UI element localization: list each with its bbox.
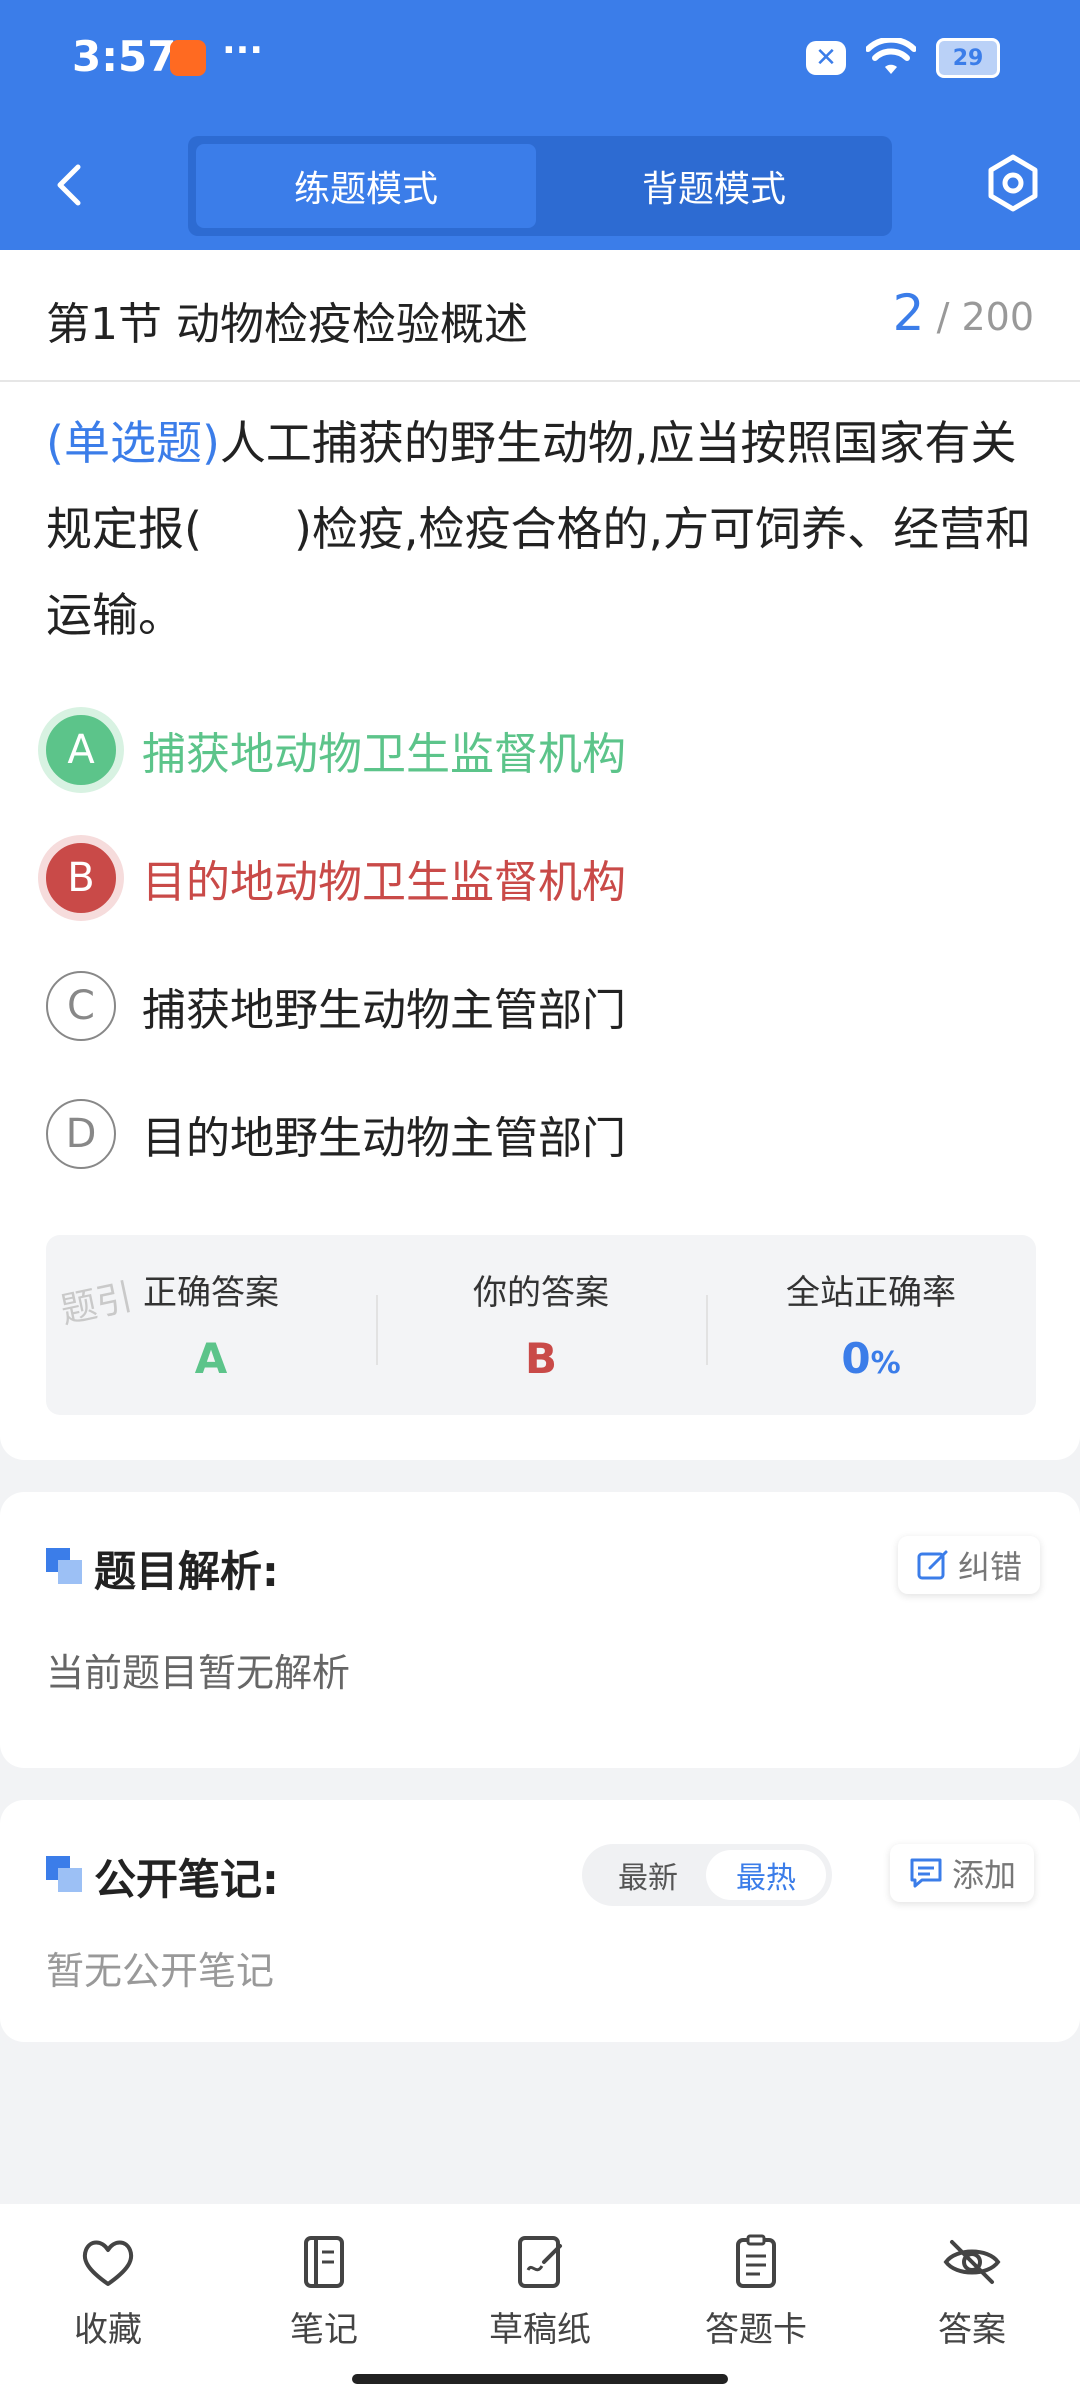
tab-recite-mode[interactable]: 背题模式 — [544, 144, 884, 228]
site-correct-rate-label: 全站正确率 — [786, 1273, 956, 1313]
option-b[interactable]: B 目的地动物卫生监督机构 — [46, 840, 626, 916]
notes-title: 公开笔记: — [94, 1855, 279, 1904]
answer-card-label: 答题卡 — [705, 2310, 807, 2350]
status-bar: 3:57 ··· ✕ 29 — [0, 0, 1080, 120]
notes-sort-switch: 最新 最热 — [582, 1844, 832, 1906]
answer-card-icon — [736, 2234, 776, 2288]
notes-label: 笔记 — [290, 2310, 358, 2350]
divider — [0, 380, 1080, 382]
answer-card-button[interactable]: 答题卡 — [656, 2232, 856, 2351]
notes-button[interactable]: 笔记 — [224, 2232, 424, 2351]
draft-paper-button[interactable]: 草稿纸 — [440, 2232, 640, 2351]
section-title: 第1节 动物检疫检验概述 — [46, 299, 528, 350]
answer-summary: 题引 正确答案 A 你的答案 B 全站正确率 0% — [46, 1235, 1036, 1415]
site-correct-rate: 全站正确率 0% — [706, 1235, 1036, 1415]
sort-hottest[interactable]: 最热 — [706, 1850, 826, 1900]
tab-practice-mode[interactable]: 练题模式 — [196, 144, 536, 228]
question-card: 第1节 动物检疫检验概述 2 / 200 (单选题)人工捕获的野生动物,应当按照… — [0, 250, 1080, 1460]
notebook-icon — [304, 2236, 344, 2288]
header: 3:57 ··· ✕ 29 练题模式 背题模式 — [0, 0, 1080, 250]
add-note-label: 添加 — [952, 1856, 1017, 1894]
back-icon[interactable] — [40, 155, 100, 215]
battery-icon: 29 — [936, 38, 1000, 78]
your-answer-value: B — [524, 1334, 557, 1383]
correct-answer: 正确答案 A — [46, 1235, 376, 1415]
more-notifications-icon: ··· — [222, 30, 264, 71]
section-marker-icon — [46, 1548, 82, 1584]
comment-icon — [910, 1858, 942, 1888]
rate-number: 0 — [841, 1334, 871, 1383]
favorite-button[interactable]: 收藏 — [8, 2232, 208, 2351]
your-answer: 你的答案 B — [376, 1235, 706, 1415]
wifi-icon — [866, 38, 916, 74]
option-a[interactable]: A 捕获地动物卫生监督机构 — [46, 712, 626, 788]
analysis-title: 题目解析: — [94, 1547, 279, 1596]
edit-icon — [917, 1550, 948, 1580]
option-text: 目的地野生动物主管部门 — [142, 1113, 626, 1164]
show-answer-button[interactable]: 答案 — [872, 2232, 1072, 2351]
rate-unit: % — [870, 1346, 901, 1381]
heart-icon — [82, 2240, 134, 2286]
current-question-number: 2 — [892, 284, 925, 342]
your-answer-label: 你的答案 — [473, 1273, 609, 1313]
bottom-toolbar: 收藏 笔记 草稿纸 答题卡 答案 — [0, 2204, 1080, 2400]
settings-icon[interactable] — [982, 152, 1044, 214]
option-d[interactable]: D 目的地野生动物主管部门 — [46, 1096, 626, 1172]
correct-answer-label: 正确答案 — [143, 1273, 279, 1313]
total-questions: / 200 — [936, 295, 1034, 339]
add-note-button[interactable]: 添加 — [890, 1844, 1035, 1902]
question-progress: 2 / 200 — [893, 284, 1034, 342]
site-correct-rate-value: 0% — [706, 1334, 1036, 1383]
question-stem: (单选题)人工捕获的野生动物,应当按照国家有关规定报( )检疫,检疫合格的,方可… — [46, 400, 1036, 658]
option-text: 捕获地野生动物主管部门 — [142, 985, 626, 1036]
option-text: 目的地动物卫生监督机构 — [142, 857, 626, 908]
home-indicator[interactable] — [352, 2374, 728, 2384]
mode-switch: 练题模式 背题模式 — [188, 136, 892, 236]
app-notification-icon — [170, 40, 206, 76]
notes-empty-text: 暂无公开笔记 — [46, 1949, 275, 1993]
option-text: 捕获地动物卫生监督机构 — [142, 729, 626, 780]
option-c[interactable]: C 捕获地野生动物主管部门 — [46, 968, 626, 1044]
show-answer-label: 答案 — [938, 2310, 1006, 2350]
draft-icon — [518, 2236, 562, 2288]
option-letter: D — [46, 1099, 116, 1169]
sort-latest[interactable]: 最新 — [588, 1850, 708, 1900]
draft-paper-label: 草稿纸 — [489, 2310, 591, 2350]
correct-answer-value: A — [194, 1334, 228, 1383]
eye-off-icon — [943, 2240, 1001, 2284]
option-letter: B — [46, 843, 116, 913]
analysis-body: 当前题目暂无解析 — [46, 1651, 351, 1695]
favorite-label: 收藏 — [74, 2310, 142, 2350]
status-icons: ✕ 29 — [806, 36, 1000, 80]
analysis-card: 题目解析: 纠错 当前题目暂无解析 — [0, 1492, 1080, 1768]
option-letter: A — [46, 715, 116, 785]
section-marker-icon — [46, 1856, 82, 1892]
status-time: 3:57 — [72, 32, 177, 81]
question-type: (单选题) — [46, 416, 220, 470]
nav-bar: 练题模式 背题模式 — [0, 130, 1080, 240]
notes-card: 公开笔记: 最新 最热 添加 暂无公开笔记 — [0, 1800, 1080, 2042]
report-error-button[interactable]: 纠错 — [898, 1536, 1041, 1594]
sim-off-icon: ✕ — [806, 41, 846, 75]
report-error-label: 纠错 — [958, 1548, 1023, 1586]
option-letter: C — [46, 971, 116, 1041]
